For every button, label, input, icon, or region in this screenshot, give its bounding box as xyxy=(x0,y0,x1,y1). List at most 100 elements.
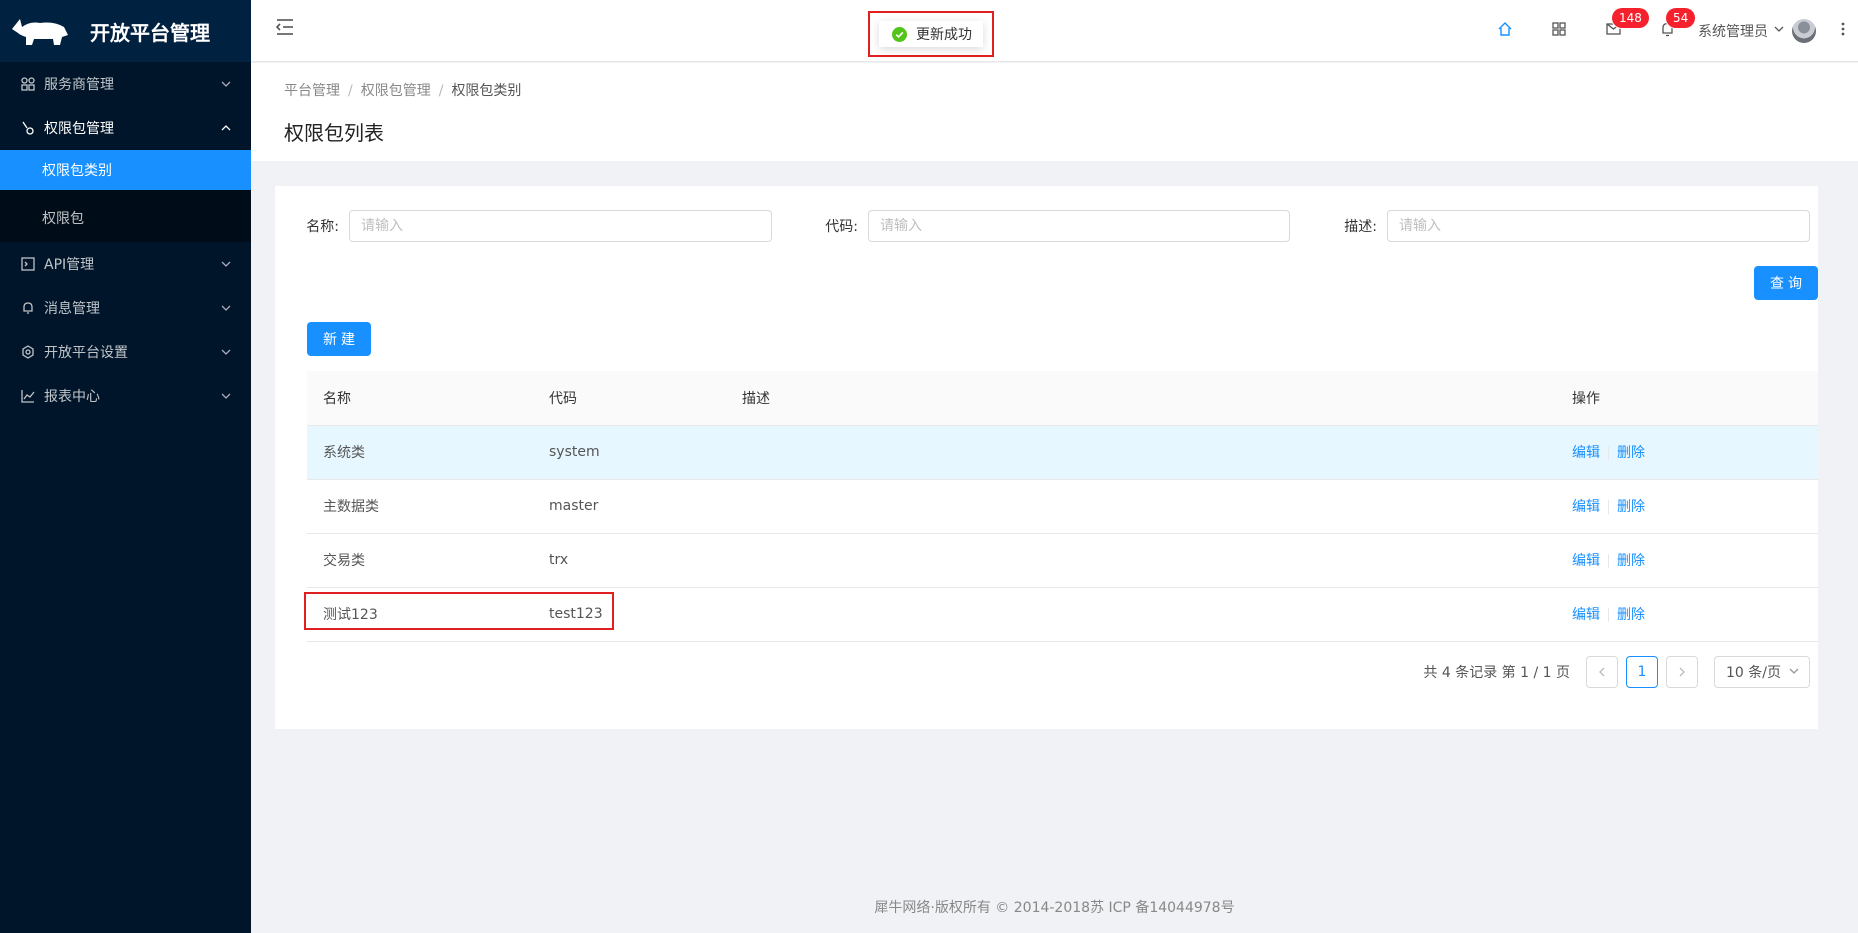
cell-code: test123 xyxy=(533,587,726,642)
menu-fold-icon[interactable] xyxy=(275,18,297,40)
chevron-down-icon xyxy=(1774,26,1784,36)
action-divider xyxy=(1608,446,1609,460)
prev-page-button[interactable] xyxy=(1586,656,1618,688)
header-actions: 148 54 系统管理员 xyxy=(1478,0,1858,62)
table-row[interactable]: 交易类 trx 编辑 删除 xyxy=(307,533,1818,588)
delete-link[interactable]: 删除 xyxy=(1617,607,1645,623)
sidebar-item-message[interactable]: 消息管理 xyxy=(0,286,251,330)
home-button[interactable] xyxy=(1478,0,1532,62)
delete-link[interactable]: 删除 xyxy=(1617,445,1645,461)
sidebar: 开放平台管理 服务商管理 权限包管理 权限包类别 权限包 API管理 消息管理 … xyxy=(0,0,251,933)
chevron-down-icon xyxy=(221,259,231,269)
sidebar-item-settings[interactable]: 开放平台设置 xyxy=(0,330,251,374)
page-header: 平台管理 / 权限包管理 / 权限包类别 权限包列表 xyxy=(251,63,1858,161)
search-form: 名称: 代码: 描述: xyxy=(275,210,1818,242)
search-button[interactable]: 查询 xyxy=(1754,266,1818,300)
sidebar-item-provider[interactable]: 服务商管理 xyxy=(0,62,251,106)
submenu-permission-package: 权限包类别 权限包 xyxy=(0,150,251,242)
new-button[interactable]: 新建 xyxy=(307,322,371,356)
breadcrumb: 平台管理 / 权限包管理 / 权限包类别 xyxy=(284,80,521,100)
sidebar-item-api[interactable]: API管理 xyxy=(0,242,251,286)
chevron-left-icon xyxy=(1599,667,1605,677)
cell-desc xyxy=(726,587,1556,642)
table-row[interactable]: 测试123 test123 编辑 删除 xyxy=(307,587,1818,642)
next-page-button[interactable] xyxy=(1666,656,1698,688)
user-name: 系统管理员 xyxy=(1698,24,1768,40)
edit-link[interactable]: 编辑 xyxy=(1572,553,1600,569)
sidebar-item-package[interactable]: 权限包 xyxy=(0,194,251,242)
package-category-table: 名称 代码 描述 操作 系统类 system 编辑 删除 主数据类 master … xyxy=(307,371,1818,642)
mail-button[interactable]: 148 xyxy=(1586,0,1649,62)
appstore-icon xyxy=(1552,22,1566,40)
breadcrumb-separator: / xyxy=(348,83,353,99)
sidebar-item-label: 消息管理 xyxy=(44,301,100,317)
user-dropdown[interactable]: 系统管理员 xyxy=(1694,0,1828,62)
form-item-desc: 描述: xyxy=(1337,210,1810,242)
more-vertical-icon xyxy=(1841,22,1845,40)
edit-link[interactable]: 编辑 xyxy=(1572,607,1600,623)
chevron-down-icon xyxy=(221,347,231,357)
cell-actions: 编辑 删除 xyxy=(1556,479,1818,534)
table-row[interactable]: 主数据类 master 编辑 删除 xyxy=(307,479,1818,534)
team-icon xyxy=(20,76,36,92)
page-title: 权限包列表 xyxy=(284,121,384,145)
bell-icon xyxy=(20,300,36,316)
sidebar-item-permission-package[interactable]: 权限包管理 xyxy=(0,106,251,150)
success-toast: 更新成功 xyxy=(879,21,983,47)
column-header-name: 名称 xyxy=(307,371,533,426)
edit-link[interactable]: 编辑 xyxy=(1572,499,1600,515)
more-menu-button[interactable] xyxy=(1828,0,1858,62)
cell-actions: 编辑 删除 xyxy=(1556,425,1818,480)
code-label: 代码: xyxy=(825,219,858,235)
desc-label: 描述: xyxy=(1344,219,1377,235)
api-icon xyxy=(20,256,36,272)
chevron-up-icon xyxy=(221,123,231,133)
cell-desc xyxy=(726,533,1556,588)
sidebar-item-label: API管理 xyxy=(44,257,95,273)
home-icon xyxy=(1497,21,1513,41)
delete-link[interactable]: 删除 xyxy=(1617,553,1645,569)
cell-code: trx xyxy=(533,533,726,588)
success-toast-highlight: 更新成功 xyxy=(868,11,994,57)
sidebar-item-label: 服务商管理 xyxy=(44,77,114,93)
avatar[interactable] xyxy=(1792,19,1816,43)
column-header-desc: 描述 xyxy=(726,371,1556,426)
breadcrumb-current: 权限包类别 xyxy=(451,83,522,99)
delete-link[interactable]: 删除 xyxy=(1617,499,1645,515)
action-divider xyxy=(1608,554,1609,568)
form-item-code: 代码: xyxy=(818,210,1290,242)
edit-link[interactable]: 编辑 xyxy=(1572,445,1600,461)
chevron-down-icon xyxy=(221,79,231,89)
cell-desc xyxy=(726,425,1556,480)
cell-name: 主数据类 xyxy=(307,479,533,534)
pagination: 共 4 条记录 第 1 / 1 页 1 10 条/页 xyxy=(1423,656,1810,688)
pagination-total: 共 4 条记录 第 1 / 1 页 xyxy=(1423,665,1570,681)
page-size-select[interactable]: 10 条/页 xyxy=(1714,656,1810,688)
chevron-down-icon xyxy=(221,303,231,313)
page-number-button[interactable]: 1 xyxy=(1626,656,1658,688)
notification-button[interactable]: 54 xyxy=(1640,0,1696,62)
key-icon xyxy=(20,120,36,136)
chevron-down-icon xyxy=(221,391,231,401)
table-row[interactable]: 系统类 system 编辑 删除 xyxy=(307,425,1818,480)
code-input[interactable] xyxy=(868,210,1290,242)
name-label: 名称: xyxy=(306,219,339,235)
cell-desc xyxy=(726,479,1556,534)
cell-code: master xyxy=(533,479,726,534)
sidebar-item-package-category[interactable]: 权限包类别 xyxy=(0,150,251,190)
apps-button[interactable] xyxy=(1532,0,1586,62)
top-header: 更新成功 148 54 系统管理员 xyxy=(251,0,1858,62)
sidebar-item-label: 报表中心 xyxy=(44,389,100,405)
toast-message: 更新成功 xyxy=(916,27,972,43)
breadcrumb-item[interactable]: 权限包管理 xyxy=(361,83,431,99)
desc-input[interactable] xyxy=(1387,210,1810,242)
name-input[interactable] xyxy=(349,210,772,242)
cell-name: 交易类 xyxy=(307,533,533,588)
cell-actions: 编辑 删除 xyxy=(1556,533,1818,588)
sidebar-item-label: 权限包 xyxy=(42,211,84,227)
action-divider xyxy=(1608,500,1609,514)
sidebar-item-reports[interactable]: 报表中心 xyxy=(0,374,251,418)
table-header-row: 名称 代码 描述 操作 xyxy=(307,371,1818,426)
breadcrumb-item[interactable]: 平台管理 xyxy=(284,83,340,99)
cell-name: 测试123 xyxy=(307,587,533,642)
